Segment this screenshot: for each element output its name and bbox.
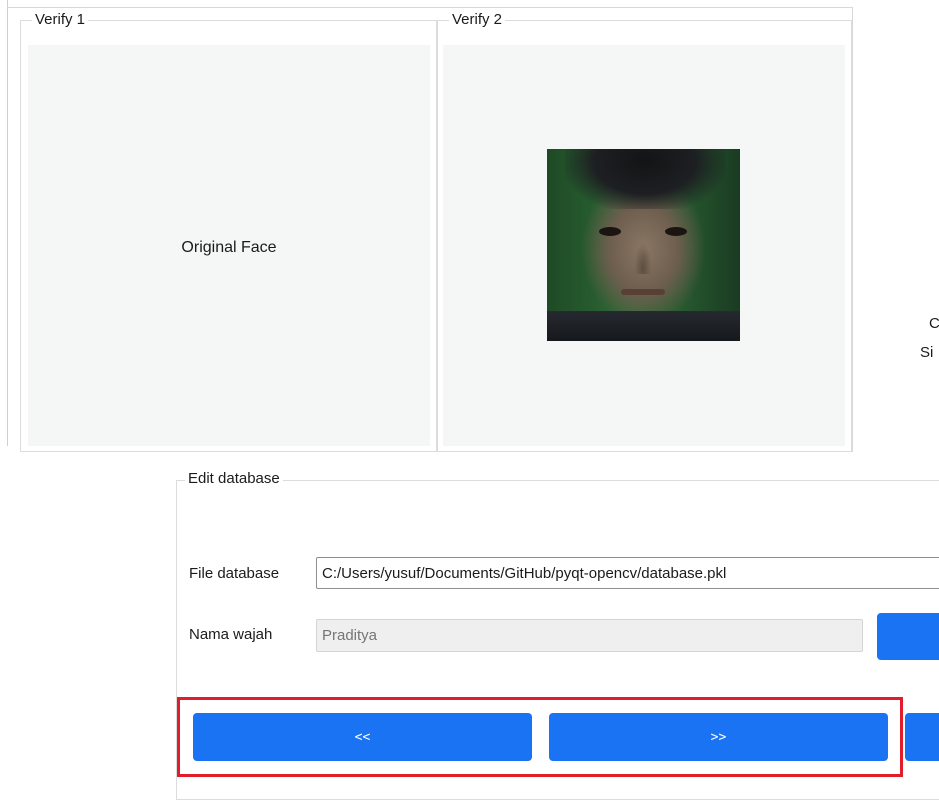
face-nose <box>635 244 651 274</box>
original-face-label: Original Face <box>181 239 277 256</box>
file-database-input[interactable] <box>316 557 939 589</box>
side-action-button[interactable] <box>877 613 939 660</box>
side-label-2: Si <box>920 344 934 361</box>
verify1-title: Verify 1 <box>32 11 89 29</box>
face-mouth <box>621 289 665 295</box>
previous-button[interactable]: << <box>193 713 532 761</box>
original-face-panel: Original Face <box>28 45 430 446</box>
outer-frame-top <box>7 7 852 8</box>
window-left-edge <box>7 0 8 446</box>
captured-face-image <box>547 149 740 341</box>
face-left-eye <box>599 227 621 236</box>
nama-wajah-input[interactable] <box>316 619 863 652</box>
nama-wajah-label: Nama wajah <box>189 626 273 643</box>
verify2-title: Verify 2 <box>449 11 506 29</box>
file-database-label: File database <box>189 565 280 582</box>
face-right-eye <box>665 227 687 236</box>
edit-database-title: Edit database <box>185 470 283 488</box>
next-button[interactable]: >> <box>549 713 888 761</box>
outer-frame-right <box>852 7 853 452</box>
extra-action-button[interactable] <box>905 713 939 761</box>
face-shirt <box>547 311 740 341</box>
face-hair <box>565 149 725 209</box>
side-label-1: C <box>929 315 939 332</box>
